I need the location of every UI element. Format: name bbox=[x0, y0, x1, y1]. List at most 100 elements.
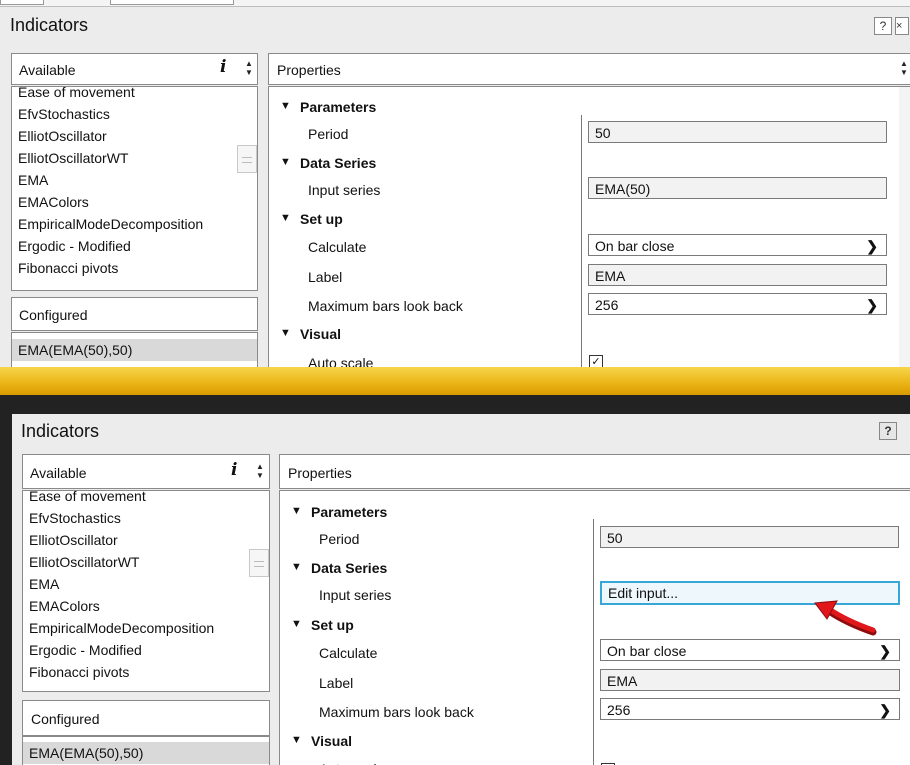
input-series-label: Input series bbox=[308, 182, 381, 198]
up-down-spinner-icon[interactable]: ▲ ▼ bbox=[899, 59, 909, 77]
properties-header: Properties bbox=[279, 454, 910, 489]
list-item[interactable]: EfvStochastics bbox=[23, 507, 269, 529]
list-item[interactable]: Ergodic - Modified bbox=[23, 639, 269, 661]
list-item[interactable]: EmpiricalModeDecomposition bbox=[23, 617, 269, 639]
properties-label: Properties bbox=[277, 62, 341, 78]
triangle-down-icon[interactable]: ▼ bbox=[291, 561, 302, 573]
configured-list[interactable]: EMA(EMA(50),50) bbox=[11, 332, 258, 367]
max-bars-label: Maximum bars look back bbox=[319, 704, 474, 720]
category-data-series[interactable]: Data Series bbox=[311, 560, 387, 576]
chevron-down-icon: ❯ bbox=[866, 238, 878, 254]
configured-header: Configured bbox=[22, 700, 270, 736]
close-icon: × bbox=[896, 20, 903, 32]
indicators-dialog-after-frame: Indicators ? Available i ▲ ▼ Ease of move… bbox=[0, 395, 910, 765]
category-parameters[interactable]: Parameters bbox=[311, 504, 387, 520]
available-label: Available bbox=[30, 465, 87, 481]
category-set-up[interactable]: Set up bbox=[311, 617, 354, 633]
list-item[interactable]: EMA bbox=[23, 573, 269, 595]
indicators-dialog-after: Indicators ? Available i ▲ ▼ Ease of move… bbox=[12, 414, 910, 765]
list-item[interactable]: ElliotOscillator bbox=[12, 125, 257, 147]
period-label: Period bbox=[319, 531, 360, 547]
list-item[interactable]: EmpiricalModeDecomposition bbox=[12, 213, 257, 235]
triangle-down-icon[interactable]: ▼ bbox=[280, 212, 291, 224]
triangle-down-icon[interactable]: ▼ bbox=[291, 734, 302, 746]
label-field[interactable]: EMA bbox=[588, 264, 887, 286]
triangle-down-icon[interactable]: ▼ bbox=[280, 156, 291, 168]
category-visual[interactable]: Visual bbox=[300, 326, 341, 342]
red-pointer-arrow-icon bbox=[814, 600, 877, 636]
configured-item[interactable]: EMA(EMA(50),50) bbox=[23, 742, 269, 764]
triangle-down-icon[interactable]: ▼ bbox=[280, 100, 291, 112]
category-visual[interactable]: Visual bbox=[311, 733, 352, 749]
available-list[interactable]: Ease of movement EfvStochastics ElliotOs… bbox=[22, 490, 270, 692]
list-item[interactable]: EMAColors bbox=[12, 191, 257, 213]
auto-scale-label: Auto scale bbox=[319, 761, 384, 765]
checkmark-icon: ✓ bbox=[591, 356, 601, 367]
list-item[interactable]: Ergodic - Modified bbox=[12, 235, 257, 257]
max-bars-select[interactable]: 256 ❯ bbox=[588, 293, 887, 315]
triangle-down-icon[interactable]: ▼ bbox=[291, 505, 302, 517]
label-label: Label bbox=[319, 675, 354, 691]
list-item[interactable]: EMAColors bbox=[23, 595, 269, 617]
calculate-select[interactable]: On bar close ❯ bbox=[600, 639, 900, 661]
help-button[interactable]: ? bbox=[874, 17, 892, 35]
label-field[interactable]: EMA bbox=[600, 669, 900, 691]
list-item[interactable]: ElliotOscillatorWT bbox=[12, 147, 257, 169]
chevron-down-icon: ❯ bbox=[866, 297, 878, 313]
chevron-down-icon: ❯ bbox=[879, 702, 891, 718]
configured-header: Configured bbox=[11, 297, 258, 331]
indicators-dialog-before: Indicators ? × Available i ▲ ▼ Ease of mo… bbox=[0, 0, 910, 367]
properties-scrollbar[interactable] bbox=[899, 87, 910, 367]
period-field[interactable]: 50 bbox=[600, 526, 899, 548]
separator-strip bbox=[0, 367, 910, 395]
label-label: Label bbox=[308, 269, 343, 285]
triangle-down-icon[interactable]: ▼ bbox=[280, 327, 291, 339]
triangle-down-icon[interactable]: ▼ bbox=[291, 618, 302, 630]
configured-item[interactable]: EMA(EMA(50),50) bbox=[12, 339, 257, 361]
configured-list[interactable]: EMA(EMA(50),50) bbox=[22, 736, 270, 765]
list-item[interactable]: EMA bbox=[12, 169, 257, 191]
up-down-spinner-icon[interactable]: ▲ ▼ bbox=[255, 462, 265, 480]
list-item[interactable]: ElliotOscillatorWT bbox=[23, 551, 269, 573]
calculate-label: Calculate bbox=[308, 239, 367, 255]
list-item[interactable]: Ease of movement bbox=[23, 491, 269, 507]
column-divider bbox=[593, 519, 594, 765]
category-set-up[interactable]: Set up bbox=[300, 211, 343, 227]
window-tab[interactable] bbox=[0, 0, 44, 5]
max-bars-label: Maximum bars look back bbox=[308, 298, 463, 314]
auto-scale-label: Auto scale bbox=[308, 355, 374, 367]
available-list[interactable]: Ease of movement EfvStochastics ElliotOs… bbox=[11, 86, 258, 291]
window-tab[interactable] bbox=[110, 0, 234, 5]
configured-label: Configured bbox=[19, 307, 88, 323]
close-button[interactable]: × bbox=[895, 17, 909, 35]
scrollbar-thumb[interactable] bbox=[237, 145, 257, 173]
up-down-spinner-icon[interactable]: ▲ ▼ bbox=[244, 59, 254, 77]
calculate-value: On bar close bbox=[607, 643, 687, 659]
calculate-select[interactable]: On bar close ❯ bbox=[588, 234, 887, 256]
properties-label: Properties bbox=[288, 465, 352, 481]
category-parameters[interactable]: Parameters bbox=[300, 99, 376, 115]
scrollbar-thumb[interactable] bbox=[249, 549, 269, 577]
dialog-title: Indicators bbox=[10, 15, 89, 35]
input-series-field[interactable]: EMA(50) bbox=[588, 177, 887, 199]
column-divider bbox=[581, 115, 582, 367]
period-field[interactable]: 50 bbox=[588, 121, 887, 143]
list-item[interactable]: Fibonacci pivots bbox=[23, 661, 269, 683]
list-item[interactable]: Ease of movement bbox=[12, 87, 257, 103]
list-item[interactable]: EfvStochastics bbox=[12, 103, 257, 125]
help-button[interactable]: ? bbox=[879, 422, 897, 440]
calculate-value: On bar close bbox=[595, 238, 675, 254]
info-icon[interactable]: i bbox=[231, 460, 237, 480]
max-bars-select[interactable]: 256 ❯ bbox=[600, 698, 900, 720]
list-item[interactable]: ElliotOscillator bbox=[23, 529, 269, 551]
properties-grid: ▼ Parameters Period 50 ▼ Data Series Inp… bbox=[268, 86, 910, 367]
period-label: Period bbox=[308, 126, 349, 142]
available-header: Available i ▲ ▼ bbox=[11, 53, 258, 85]
info-icon[interactable]: i bbox=[220, 57, 226, 77]
category-data-series[interactable]: Data Series bbox=[300, 155, 376, 171]
window-tab-strip bbox=[0, 0, 910, 7]
list-item[interactable]: Fibonacci pivots bbox=[12, 257, 257, 279]
auto-scale-checkbox[interactable]: ✓ bbox=[589, 355, 603, 367]
properties-header: Properties ▲ ▼ bbox=[268, 53, 910, 85]
max-bars-value: 256 bbox=[595, 297, 619, 313]
